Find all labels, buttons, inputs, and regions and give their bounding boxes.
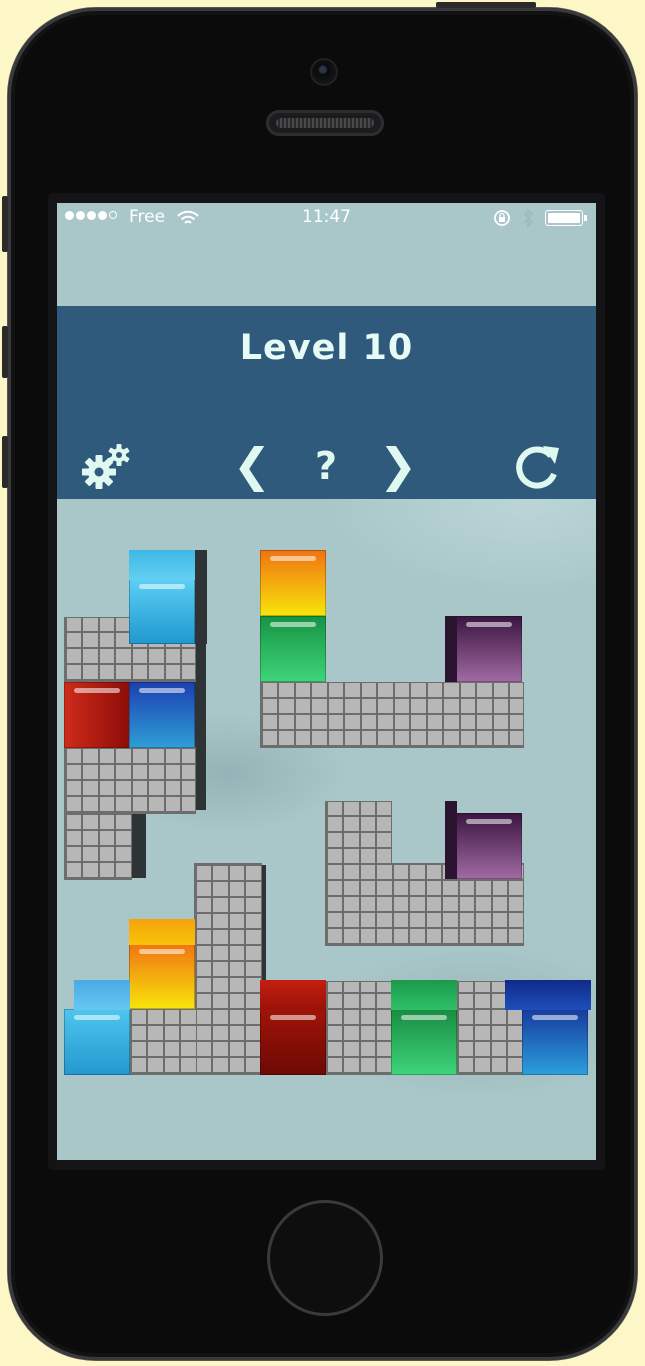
power-button [436,2,536,8]
block-shadow [195,550,207,644]
blue-block-top [505,980,591,1010]
green-block[interactable] [391,1009,457,1075]
brick-wall [325,981,393,1075]
mute-switch [2,196,8,252]
orange-yellow-block-top [129,919,195,945]
home-button[interactable] [267,1200,383,1316]
front-camera [312,60,336,84]
green-block[interactable] [260,616,326,682]
game-board [57,203,596,1160]
red-block-top [260,980,326,1010]
brick-wall [194,863,262,1075]
blue-block[interactable] [129,682,195,748]
brick-wall [64,812,132,880]
red-block[interactable] [260,1009,326,1075]
cyan-block-top [74,980,130,1010]
orange-yellow-block[interactable] [129,943,195,1009]
green-block-top [391,980,457,1010]
purple-block[interactable] [456,616,522,682]
purple-block[interactable] [456,813,522,879]
brick-wall [129,1009,197,1075]
block-shadow [445,801,457,879]
block-shadow [445,616,457,682]
wall-shadow [130,812,146,878]
cyan-block-top [129,550,195,580]
game-screen: Free 11:47 Level 10 ❮ ? ❯ [57,203,596,1160]
cyan-block[interactable] [64,1009,130,1075]
brick-wall [64,747,196,814]
red-block[interactable] [64,682,130,748]
volume-down-button [2,436,8,488]
blue-block[interactable] [522,1009,588,1075]
volume-up-button [2,326,8,378]
brick-wall [260,682,524,748]
cyan-block[interactable] [129,578,195,644]
earpiece-speaker [266,110,384,136]
orange-yellow-block[interactable] [260,550,326,616]
